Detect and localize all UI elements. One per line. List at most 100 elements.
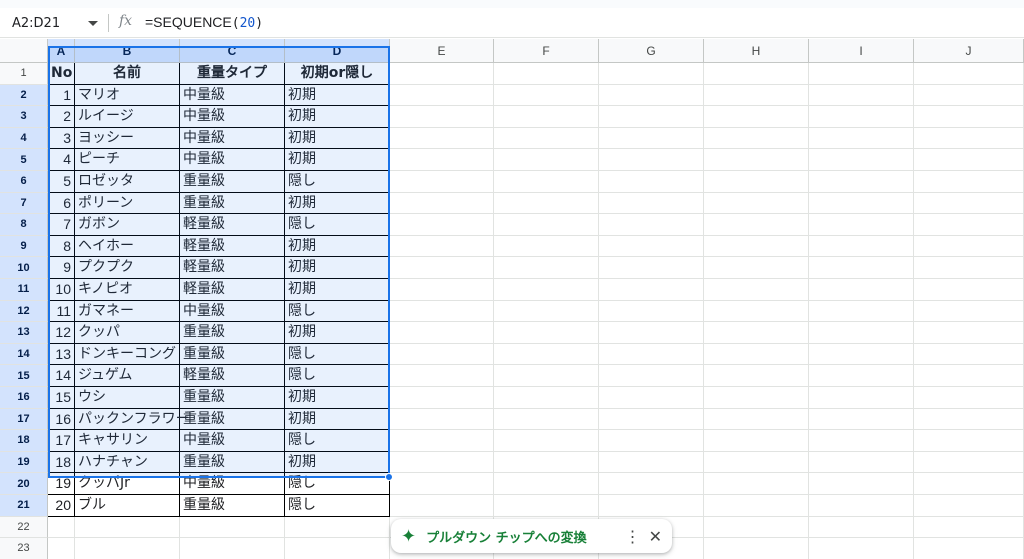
row-header-15[interactable]: 15 (0, 365, 48, 387)
row-header-23[interactable]: 23 (0, 538, 48, 559)
cell-c16[interactable]: 重量級 (180, 387, 285, 409)
cell-a23[interactable] (48, 538, 75, 559)
cell-d4[interactable]: 初期 (285, 127, 390, 150)
cell-d18[interactable]: 隠し (285, 430, 390, 452)
cell-g8[interactable] (599, 214, 704, 236)
cell-g5[interactable] (599, 149, 704, 171)
cell-c12[interactable]: 中量級 (180, 300, 285, 323)
cell-i13[interactable] (809, 322, 914, 344)
cell-e6[interactable] (390, 171, 494, 193)
cell-b20[interactable]: クッパJr (75, 473, 180, 495)
column-header-f[interactable]: F (494, 39, 599, 63)
cell-h6[interactable] (704, 171, 809, 193)
cell-c9[interactable]: 軽量級 (180, 235, 285, 258)
cell-b21[interactable]: ブル (75, 495, 180, 517)
cell-a16[interactable]: 15 (48, 387, 75, 409)
cell-j6[interactable] (914, 171, 1024, 193)
cell-h5[interactable] (704, 149, 809, 171)
cell-i23[interactable] (809, 538, 914, 559)
cell-f2[interactable] (494, 84, 599, 107)
cell-a5[interactable]: 4 (48, 149, 75, 171)
cell-b7[interactable]: ポリーン (75, 192, 180, 215)
cell-h2[interactable] (704, 84, 809, 107)
cell-d23[interactable] (285, 538, 390, 559)
cell-c7[interactable]: 重量級 (180, 192, 285, 215)
cell-i21[interactable] (809, 495, 914, 517)
cell-f10[interactable] (494, 257, 599, 279)
row-header-16[interactable]: 16 (0, 387, 48, 409)
cell-f9[interactable] (494, 235, 599, 258)
cell-g13[interactable] (599, 322, 704, 344)
row-header-11[interactable]: 11 (0, 279, 48, 301)
cell-g11[interactable] (599, 279, 704, 301)
formula-input[interactable]: =SEQUENCE(20) (145, 14, 263, 31)
row-header-18[interactable]: 18 (0, 430, 48, 452)
row-header-14[interactable]: 14 (0, 343, 48, 366)
cell-j16[interactable] (914, 387, 1024, 409)
cell-c6[interactable]: 重量級 (180, 171, 285, 193)
cell-f21[interactable] (494, 495, 599, 517)
cell-f13[interactable] (494, 322, 599, 344)
column-header-j[interactable]: J (914, 39, 1024, 63)
cell-h17[interactable] (704, 408, 809, 431)
chevron-down-icon[interactable] (88, 20, 98, 26)
cell-g15[interactable] (599, 365, 704, 387)
cell-f17[interactable] (494, 408, 599, 431)
cell-j17[interactable] (914, 408, 1024, 431)
cell-j13[interactable] (914, 322, 1024, 344)
cell-f16[interactable] (494, 387, 599, 409)
cell-j9[interactable] (914, 235, 1024, 258)
cell-f20[interactable] (494, 473, 599, 495)
cell-d3[interactable]: 初期 (285, 106, 390, 128)
cell-d12[interactable]: 隠し (285, 300, 390, 323)
cell-e19[interactable] (390, 451, 494, 474)
cell-a10[interactable]: 9 (48, 257, 75, 279)
cell-b16[interactable]: ウシ (75, 387, 180, 409)
cell-e16[interactable] (390, 387, 494, 409)
cell-g18[interactable] (599, 430, 704, 452)
cell-i15[interactable] (809, 365, 914, 387)
cell-g21[interactable] (599, 495, 704, 517)
cell-j5[interactable] (914, 149, 1024, 171)
cell-a12[interactable]: 11 (48, 300, 75, 323)
cell-e12[interactable] (390, 300, 494, 323)
cell-h19[interactable] (704, 451, 809, 474)
cell-j19[interactable] (914, 451, 1024, 474)
cell-i17[interactable] (809, 408, 914, 431)
cell-a11[interactable]: 10 (48, 279, 75, 301)
cell-g3[interactable] (599, 106, 704, 128)
cell-b11[interactable]: キノピオ (75, 279, 180, 301)
row-header-1[interactable]: 1 (0, 63, 48, 85)
cell-e13[interactable] (390, 322, 494, 344)
cell-c3[interactable]: 中量級 (180, 106, 285, 128)
cell-i2[interactable] (809, 84, 914, 107)
cell-h8[interactable] (704, 214, 809, 236)
cell-a18[interactable]: 17 (48, 430, 75, 452)
column-header-d[interactable]: D (285, 39, 390, 63)
cell-a21[interactable]: 20 (48, 495, 75, 517)
cell-j14[interactable] (914, 343, 1024, 366)
cell-f5[interactable] (494, 149, 599, 171)
cell-i9[interactable] (809, 235, 914, 258)
cell-j21[interactable] (914, 495, 1024, 517)
cell-e11[interactable] (390, 279, 494, 301)
row-header-4[interactable]: 4 (0, 127, 48, 150)
cell-i5[interactable] (809, 149, 914, 171)
cell-j18[interactable] (914, 430, 1024, 452)
row-header-12[interactable]: 12 (0, 300, 48, 323)
cell-b14[interactable]: ドンキーコング (75, 343, 180, 366)
cell-i18[interactable] (809, 430, 914, 452)
cell-d14[interactable]: 隠し (285, 343, 390, 366)
cell-i14[interactable] (809, 343, 914, 366)
cell-a2[interactable]: 1 (48, 84, 75, 107)
cell-i12[interactable] (809, 300, 914, 323)
cell-i3[interactable] (809, 106, 914, 128)
cell-h3[interactable] (704, 106, 809, 128)
name-box[interactable]: A2:D21 (0, 8, 106, 38)
cell-d6[interactable]: 隠し (285, 171, 390, 193)
cell-d8[interactable]: 隠し (285, 214, 390, 236)
cell-b12[interactable]: ガマネー (75, 300, 180, 323)
column-header-g[interactable]: G (599, 39, 704, 63)
cell-e14[interactable] (390, 343, 494, 366)
cell-a1[interactable]: No (48, 63, 75, 85)
